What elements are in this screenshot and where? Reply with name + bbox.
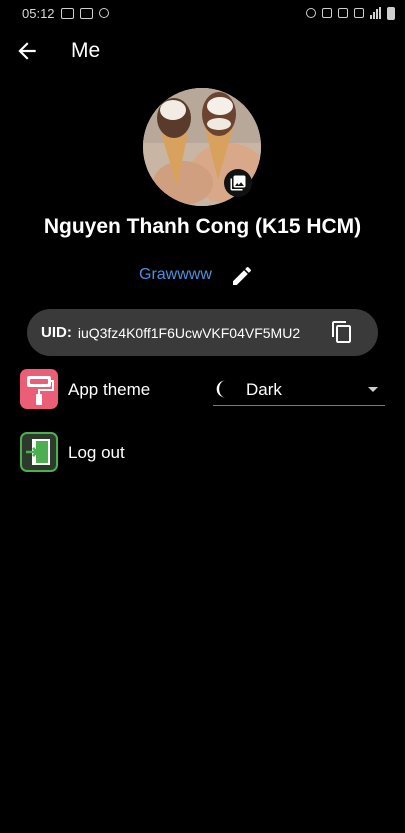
uid-value: iuQ3fz4K0ff1F6UcwVKF04VF5MU2: [77, 324, 301, 341]
photo-library-icon: [230, 175, 246, 191]
theme-dropdown[interactable]: Dark: [213, 374, 385, 406]
logout-row[interactable]: Log out: [19, 432, 389, 472]
nickname: Grawwww: [139, 266, 212, 283]
arrow-back-icon: [18, 42, 36, 60]
logout-label: Log out: [68, 443, 125, 462]
app-theme-label: App theme: [68, 380, 151, 399]
change-avatar-button[interactable]: [224, 169, 252, 197]
mute-icon: [322, 8, 332, 18]
chevron-down-icon: [368, 387, 378, 392]
app-bar: Me: [0, 26, 405, 76]
moon-icon: [216, 380, 225, 398]
page-title: Me: [71, 39, 101, 62]
copy-icon: [332, 321, 351, 343]
status-bar: 05:12: [0, 0, 405, 26]
wifi-icon: [354, 8, 364, 18]
copy-uid-button[interactable]: [330, 320, 354, 344]
theme-value: Dark: [246, 380, 282, 399]
app-notification-icon: [98, 8, 109, 18]
status-time: 05:12: [22, 5, 55, 21]
logout-door-icon: [20, 432, 58, 472]
edit-nickname-button[interactable]: [230, 264, 254, 288]
battery-icon: [387, 6, 395, 20]
signal-icon: [370, 7, 381, 19]
alarm-icon: [306, 8, 316, 18]
notification-icon: [60, 7, 74, 19]
paint-roller-icon: [20, 369, 58, 409]
user-name: Nguyen Thanh Cong (K15 HCM): [43, 215, 362, 238]
uid-box: UID: iuQ3fz4K0ff1F6UcwVKF04VF5MU2: [27, 309, 378, 356]
nickname-row: Grawwww: [0, 262, 405, 290]
back-button[interactable]: [14, 38, 40, 64]
gallery-notification-icon: [79, 7, 93, 19]
wifi-calling-icon: [338, 8, 348, 18]
pencil-icon: [233, 266, 252, 285]
uid-label: UID:: [41, 324, 72, 341]
